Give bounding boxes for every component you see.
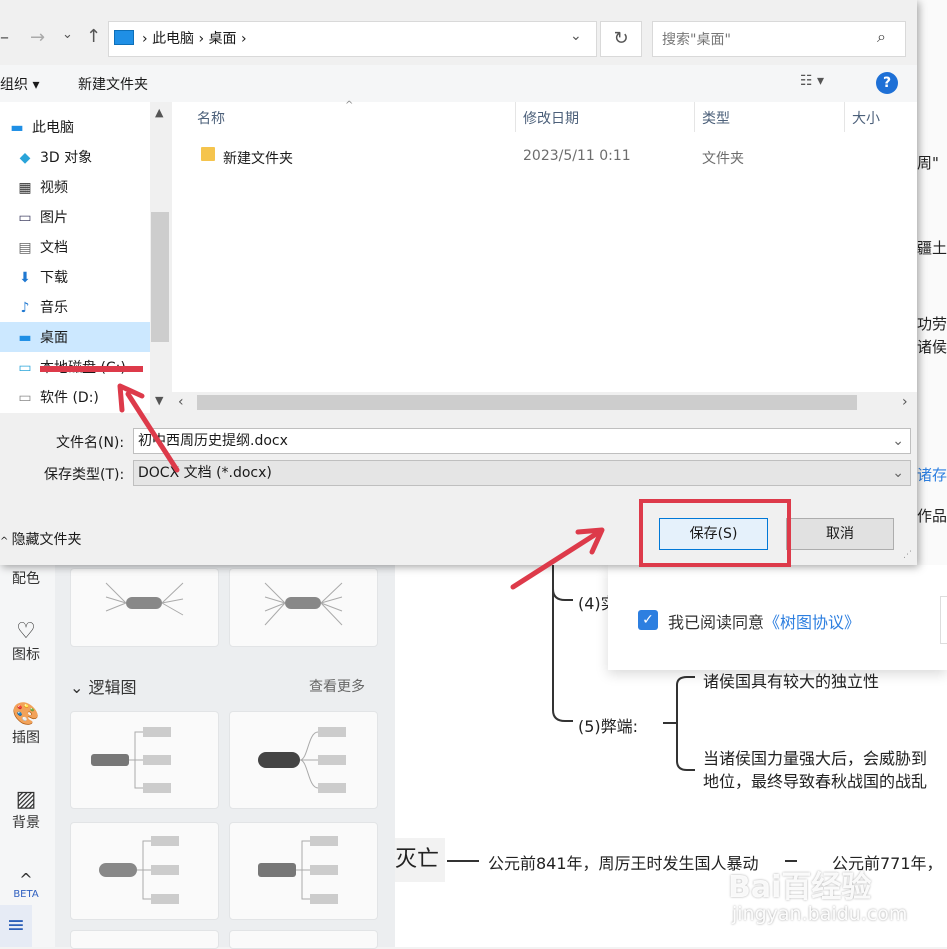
- annotation-arrows: [117, 383, 605, 590]
- arrow-to-drive: [125, 391, 180, 473]
- arrow-to-save: [510, 531, 599, 590]
